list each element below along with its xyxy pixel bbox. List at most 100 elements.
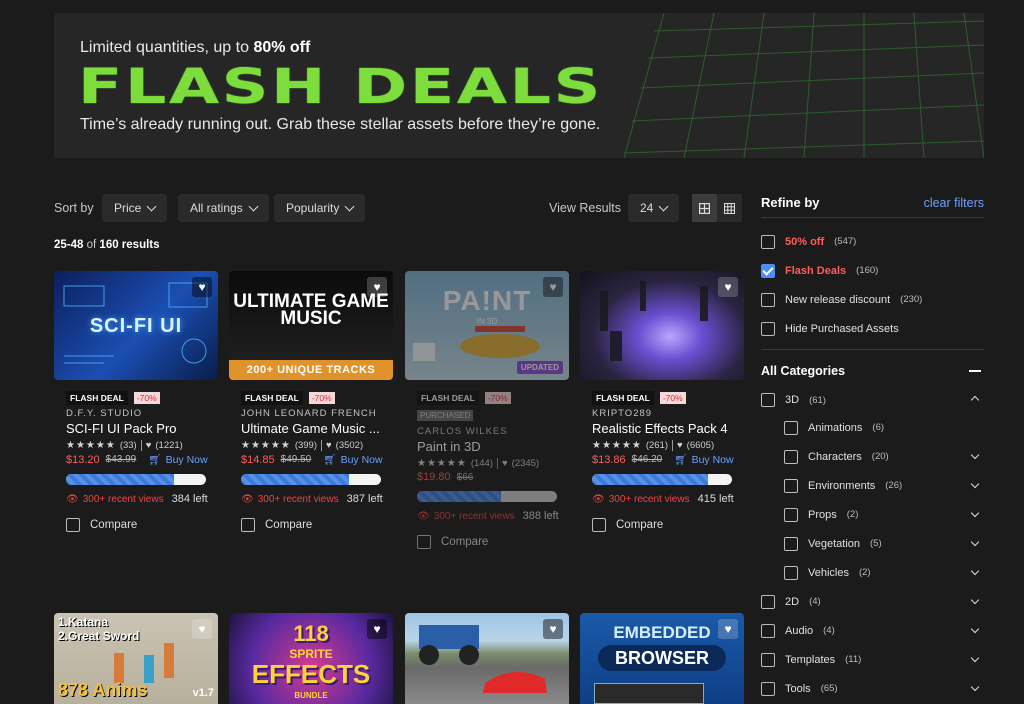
chevron-down-icon[interactable] [970,595,980,605]
category-environments[interactable]: Environments (26) [761,471,984,500]
popularity-dropdown[interactable]: Popularity [274,194,366,222]
publisher-name[interactable]: D.F.Y. STUDIO [66,408,218,419]
checkbox[interactable] [761,393,775,407]
grid-large-view-button[interactable] [692,194,717,222]
filter-hide-purchased[interactable]: Hide Purchased Assets [761,314,984,343]
compare-checkbox[interactable]: Compare [417,535,569,549]
filter-new-release-discount[interactable]: New release discount (230) [761,285,984,314]
category-2d[interactable]: 2D (4) [761,587,984,616]
chevron-down-icon[interactable] [970,479,980,489]
favorite-button[interactable]: ♥ [367,619,387,639]
all-categories-header[interactable]: All Categories [761,355,984,387]
stars-icon: ★★★★★ [592,440,642,451]
flash-deals-banner[interactable]: Limited quantities, up to 80% off FLASH … [54,13,984,158]
checkbox[interactable] [761,623,775,638]
favorite-button[interactable]: ♥ [367,277,387,297]
stock-left: 387 left [346,493,383,505]
checkbox[interactable] [761,594,775,609]
collapse-icon[interactable] [969,370,981,372]
clear-filters-link[interactable]: clear filters [924,196,984,210]
checkbox[interactable] [241,518,255,532]
category-tools[interactable]: Tools (65) [761,674,984,703]
compare-checkbox[interactable]: Compare [592,518,744,532]
chevron-down-icon[interactable] [970,508,980,518]
category-3d[interactable]: 3D (61) [761,387,984,413]
favorite-button[interactable]: ♥ [192,619,212,639]
product-thumbnail[interactable]: SCI-FI UI ♥ [54,271,218,380]
category-props[interactable]: Props (2) [761,500,984,529]
chevron-down-icon [146,201,157,211]
publisher-name[interactable]: CARLOS WILKES [417,426,569,437]
original-price: $46.20 [631,454,663,465]
grid-small-view-button[interactable] [717,194,742,222]
product-card[interactable]: PA!NT IN 3D UPDATED ♥ FLASH DEAL -70% PUR… [405,271,569,549]
buy-now-link[interactable]: 🛒︎ Buy Now [148,453,207,467]
product-thumbnail[interactable]: ♥ [580,271,744,380]
checkbox[interactable] [761,292,775,307]
chevron-down-icon[interactable] [970,653,980,663]
compare-checkbox[interactable]: Compare [241,518,393,532]
checkbox[interactable] [761,234,775,249]
publisher-name[interactable]: KRIPTO289 [592,408,744,419]
buy-now-link[interactable]: 🛒︎ Buy Now [323,453,382,467]
flash-deal-badge: FLASH DEAL [417,391,479,405]
compare-checkbox[interactable]: Compare [66,518,218,532]
ratings-dropdown[interactable]: All ratings [178,194,269,222]
product-title[interactable]: SCI-FI UI Pack Pro [66,421,218,436]
checkbox[interactable] [784,420,798,435]
product-card[interactable]: SCI-FI UI ♥ FLASH DEAL -70% D.F.Y. STUDIO… [54,271,218,532]
chevron-down-icon[interactable] [970,450,980,460]
category-vehicles[interactable]: Vehicles (2) [761,558,984,587]
checkbox[interactable] [66,518,80,532]
favorite-button[interactable]: ♥ [718,277,738,297]
product-thumbnail[interactable]: 118 SPRITE EFFECTS BUNDLE ♥ [229,613,393,704]
favorite-button[interactable]: ♥ [543,619,563,639]
product-thumbnail[interactable]: 1.Katana 2.Great Sword 878 Anims v1.7 ♥ [54,613,218,704]
chevron-down-icon[interactable] [970,537,980,547]
filter-flash-deals[interactable]: Flash Deals (160) [761,256,984,285]
publisher-name[interactable]: JOHN LEONARD FRENCH [241,408,393,419]
price-dropdown[interactable]: Price [102,194,168,222]
checkbox[interactable] [784,536,798,551]
product-card[interactable]: ♥ FLASH DEAL -70% KRIPTO289 Realistic Eff… [580,271,744,532]
product-title[interactable]: Realistic Effects Pack 4 [592,421,744,436]
category-characters[interactable]: Characters (20) [761,442,984,471]
category-vegetation[interactable]: Vegetation (5) [761,529,984,558]
checkbox[interactable] [784,565,798,580]
checkbox[interactable] [417,535,431,549]
checkbox[interactable] [761,652,775,667]
checkbox[interactable] [784,449,798,464]
checkbox[interactable] [592,518,606,532]
checkbox[interactable] [761,681,775,696]
checkbox[interactable] [784,478,798,493]
thumb-title: SCI-FI UI [89,315,183,337]
product-thumbnail[interactable]: ULTIMATE GAME MUSIC 200+ UNIQUE TRACKS ♥ [229,271,393,380]
original-price: $66 [456,471,474,483]
chevron-up-icon[interactable] [970,395,980,405]
chevron-down-icon[interactable] [970,682,980,692]
category-audio[interactable]: Audio (4) [761,616,984,645]
heart-icon: ♥ [373,622,381,636]
product-title[interactable]: Paint in 3D [417,439,569,454]
favorite-button[interactable]: ♥ [718,619,738,639]
product-thumbnail[interactable]: PA!NT IN 3D UPDATED ♥ [405,271,569,380]
favorite-button[interactable]: ♥ [543,277,563,297]
sort-label: Sort by [54,201,94,215]
original-price: $43.99 [105,454,137,465]
product-thumbnail[interactable]: EMBEDDED BROWSER ♥ [580,613,744,704]
product-card[interactable]: ULTIMATE GAME MUSIC 200+ UNIQUE TRACKS ♥… [229,271,393,532]
chevron-down-icon[interactable] [970,566,980,576]
checkbox[interactable] [784,507,798,522]
product-thumbnail[interactable]: ♥ [405,613,569,704]
per-page-dropdown[interactable]: 24 [628,194,680,222]
filter-50-off[interactable]: 50% off (547) [761,227,984,256]
chevron-down-icon[interactable] [970,624,980,634]
checkbox-checked[interactable] [761,263,775,278]
favorite-button[interactable]: ♥ [192,277,212,297]
checkbox[interactable] [761,321,775,336]
buy-now-link[interactable]: 🛒︎ Buy Now [674,453,733,467]
category-animations[interactable]: Animations (6) [761,413,984,442]
product-title[interactable]: Ultimate Game Music ... [241,421,393,436]
banner-subtitle: Limited quantities, up to 80% off [80,39,311,56]
category-templates[interactable]: Templates (11) [761,645,984,674]
